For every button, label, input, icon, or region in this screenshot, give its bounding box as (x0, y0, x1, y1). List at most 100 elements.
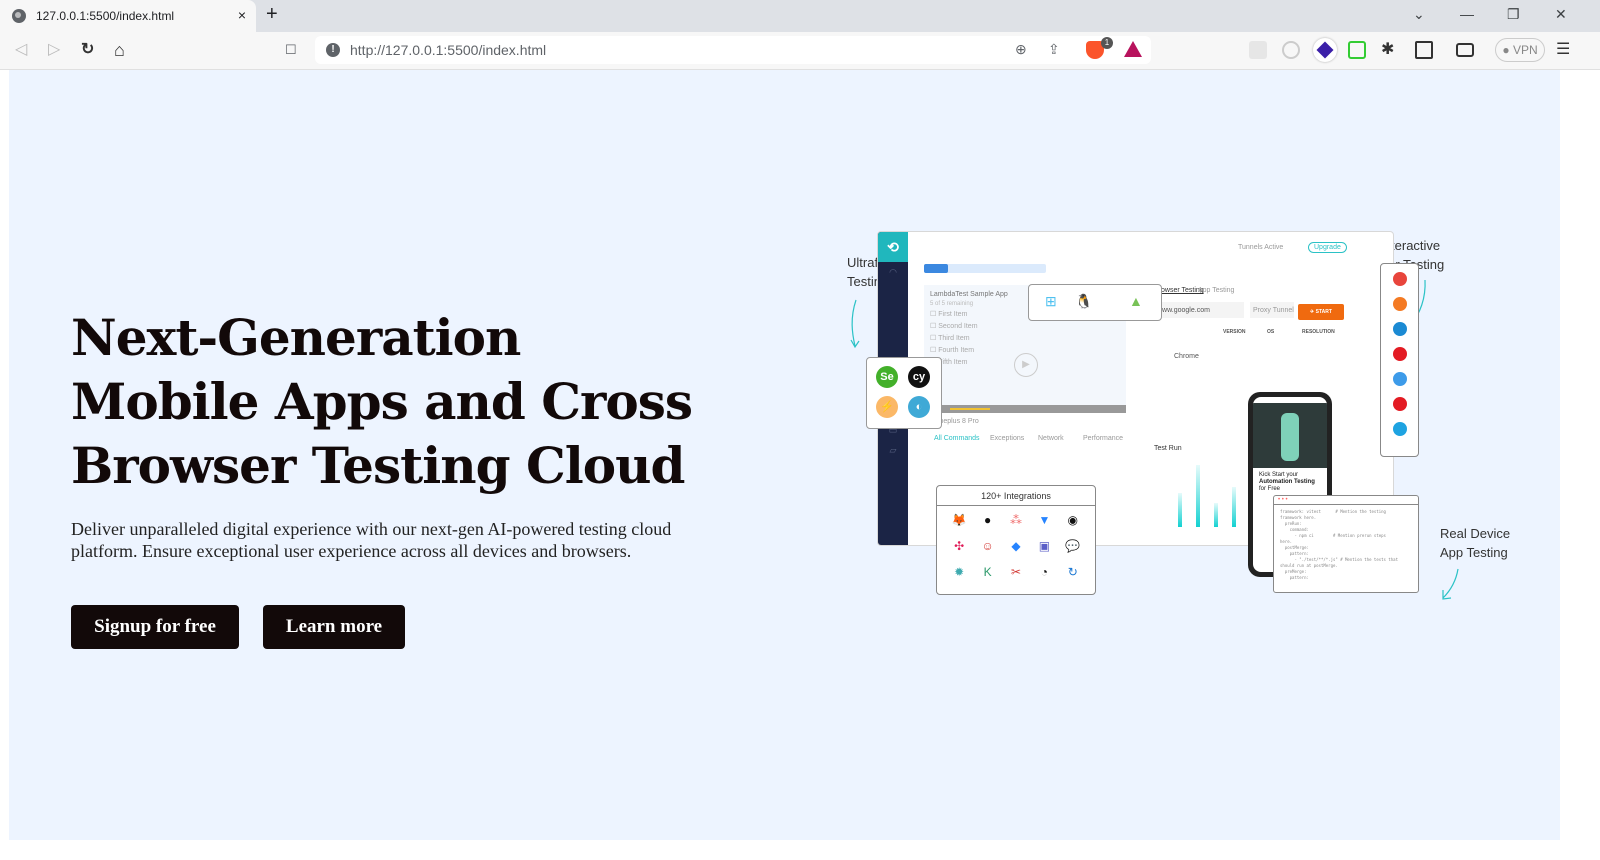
edge-icon (1392, 322, 1407, 336)
todo-item: Second Item (930, 321, 1126, 333)
start-label: START (1315, 309, 1332, 315)
rocketchat-icon: 💬 (1065, 539, 1081, 553)
phone-title-end: for Free (1259, 486, 1281, 492)
test-run-chart (1178, 457, 1272, 527)
bookmark-button[interactable]: ☐ (285, 40, 297, 60)
integrations-card: 120+ Integrations 🦊 ● ⁂ ▼ ◉ ✣ ☺ ◆ ▣ 💬 ✹ K ✂ ◔ ↻ (936, 485, 1096, 595)
asana-icon: ⁂ (1009, 513, 1022, 527)
forward-button[interactable]: ▷ (48, 40, 60, 60)
browsers-card (1380, 263, 1419, 457)
tunnel-value: Proxy Tunnel (1253, 307, 1294, 314)
layers-extension-icon[interactable] (1313, 38, 1337, 62)
running-bar (924, 264, 1046, 273)
arrow-icon (850, 299, 860, 349)
extensions-puzzle-icon[interactable]: ✱ (1381, 40, 1394, 60)
unlock-extension-icon[interactable] (1348, 41, 1366, 59)
test-run-bar (1214, 503, 1218, 527)
reload-button[interactable]: ↻ (81, 40, 94, 60)
browser-tab[interactable]: 127.0.0.1:5500/index.html × (0, 0, 256, 32)
integrations-title: 120+ Integrations (937, 486, 1095, 506)
lightning-icon: ⚡ (876, 396, 898, 418)
android-icon: ▲ (1129, 293, 1143, 309)
address-bar[interactable]: ! http://127.0.0.1:5500/index.html ⊕ ⇪ 1 (315, 36, 1151, 64)
wallet-icon[interactable] (1456, 43, 1474, 57)
timer-icon: ◔ (1040, 565, 1049, 579)
tab-close-button[interactable]: × (238, 7, 246, 23)
phone-title-bold: Automation Testing (1259, 479, 1315, 485)
learn-more-button[interactable]: Learn more (263, 605, 405, 649)
folder-icon: ▱ (889, 445, 897, 455)
video-progress (924, 405, 1126, 413)
code-snippet: framework: vitest # Mention the testing … (1280, 509, 1399, 580)
playwright-icon: ◐ (908, 396, 930, 418)
linux-icon: 🐧 (1075, 293, 1093, 309)
annotation-real-device: Real Device App Testing (1440, 526, 1511, 560)
tab-search-dropdown-icon[interactable]: ⌄ (1413, 6, 1425, 23)
chrome-icon (1392, 272, 1407, 286)
column-header: OS (1267, 329, 1275, 335)
cypress-icon: cy (908, 366, 930, 388)
selenium-icon: Se (876, 366, 898, 388)
url-text[interactable]: http://127.0.0.1:5500/index.html (350, 42, 546, 58)
home-button[interactable]: ⌂ (114, 40, 125, 60)
window-dots: • • • (1274, 496, 1418, 505)
os-card: ⊞ 🐧 ▲ (1028, 284, 1162, 321)
back-button[interactable]: ◁ (15, 40, 27, 60)
firefox-icon (1392, 297, 1407, 311)
command-tab: Exceptions (990, 435, 1025, 442)
safari-icon (1392, 372, 1407, 386)
phone-title: Kick Start your (1259, 472, 1299, 478)
todo-item: Third Item (930, 333, 1126, 345)
site-info-icon[interactable]: ! (326, 43, 340, 57)
close-window-button[interactable]: ✕ (1555, 6, 1567, 23)
minimize-button[interactable]: — (1460, 6, 1474, 22)
vpn-button[interactable]: ● VPN (1495, 38, 1545, 62)
command-tab: Network (1038, 435, 1064, 442)
slack-icon: ✣ (954, 539, 965, 553)
command-tab: Performance (1083, 435, 1124, 442)
browser-toolbar: ◁ ▷ ↻ ⌂ ☐ ! http://127.0.0.1:5500/index.… (0, 32, 1600, 70)
travis-icon: ✹ (954, 565, 965, 579)
command-tab: All Commands (934, 435, 980, 442)
restore-button[interactable]: ❐ (1507, 6, 1520, 23)
signup-button[interactable]: Signup for free (71, 605, 239, 649)
hero-title: Next-Generation Mobile Apps and Cross Br… (71, 308, 693, 495)
brave-rewards-icon[interactable] (1124, 41, 1142, 57)
start-button: ✈ START (1298, 304, 1344, 320)
teams-icon: ▣ (1038, 539, 1051, 553)
test-run-title: Test Run (1154, 445, 1182, 452)
share-icon[interactable]: ⇪ (1048, 41, 1060, 58)
gitlab-icon: 🦊 (951, 513, 967, 527)
tab-title: 127.0.0.1:5500/index.html (36, 9, 175, 23)
column-header: RESOLUTION (1302, 329, 1335, 335)
arrow-icon (1442, 568, 1459, 600)
bitbucket-icon: ▼ (1038, 513, 1051, 527)
jira-icon: ◆ (1011, 539, 1021, 553)
shields-count-badge: 1 (1101, 37, 1113, 49)
tunnel-field: Proxy Tunnel (1250, 302, 1294, 318)
test-run-bar (1232, 486, 1236, 527)
vpn-label: VPN (1512, 43, 1538, 57)
react-devtools-icon[interactable] (1249, 41, 1267, 59)
ie-icon (1392, 422, 1407, 436)
extension-target-icon[interactable] (1282, 41, 1300, 59)
testrail-icon: ✂ (1010, 565, 1022, 579)
app-testing-tab: App Testing (1198, 287, 1235, 294)
column-header: VERSION (1223, 329, 1246, 335)
tab-strip: 127.0.0.1:5500/index.html × + ⌄ — ❐ ✕ (0, 0, 1600, 32)
lambdatest-logo-icon: ⟲ (878, 232, 908, 262)
globe-icon (12, 9, 26, 23)
menu-icon[interactable]: ☰ (1556, 40, 1570, 60)
code-window: • • • framework: vitest # Mention the te… (1273, 495, 1419, 593)
github-icon: ● (983, 513, 992, 527)
new-tab-button[interactable]: + (266, 3, 278, 26)
robot-illustration (1253, 403, 1327, 468)
hero-subtitle: Deliver unparalleled digital experience … (71, 519, 672, 561)
sidebar-toggle-icon[interactable] (1415, 41, 1433, 59)
url-field: www.google.com (1154, 302, 1244, 318)
selected-browser: Chrome (1174, 353, 1199, 360)
zapier-icon: K (983, 565, 992, 579)
zoom-icon[interactable]: ⊕ (1015, 41, 1027, 58)
test-run-bar (1178, 492, 1182, 527)
jenkins-icon: ☺ (981, 539, 994, 553)
